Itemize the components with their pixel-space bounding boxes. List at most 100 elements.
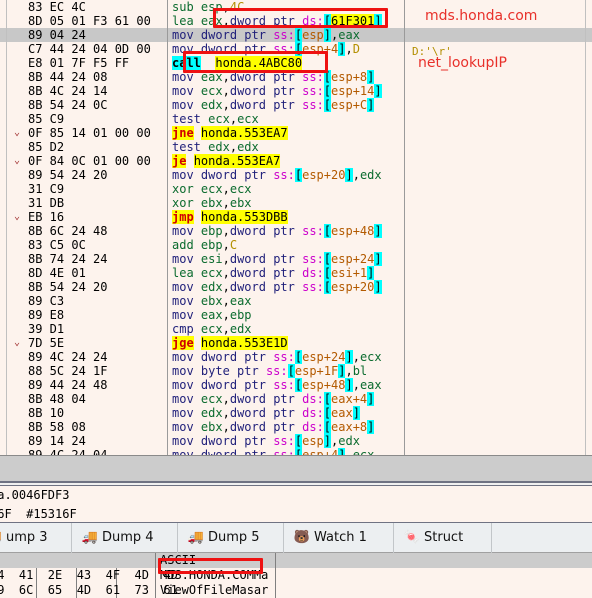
disassembly-pane[interactable]: 83 EC 4C sub esp,4C 8D 05 01 F3 61 00 lea e… (0, 0, 592, 455)
ascii-text: ViewOfFileMasar (160, 583, 269, 597)
instruction-text: cmp ecx,edx (172, 322, 252, 336)
instruction-text: call honda.4ABC80 (172, 56, 303, 70)
disassembly-row[interactable]: 89 C3 mov ebx,eax (0, 294, 592, 308)
instruction-bytes: 89 E8 (28, 308, 65, 322)
info-line-2: 06F #15316F (0, 507, 77, 521)
disassembly-row[interactable]: 8B 44 24 08 mov eax,dword ptr ss:[esp+8] (0, 70, 592, 84)
disassembly-row[interactable]: 89 4C 24 24 mov dword ptr ss:[esp+24],ecx (0, 350, 592, 364)
disassembly-row[interactable]: 89 04 24 mov dword ptr ss:[esp],eax (0, 28, 592, 42)
jump-arrow-icon: ⌄ (13, 211, 21, 222)
disassembly-row[interactable]: 8B 54 24 20 mov edx,dword ptr ss:[esp+20] (0, 280, 592, 294)
disassembly-row[interactable]: ⌄ 0F 84 0C 01 00 00 je honda.553EA7 (0, 154, 592, 168)
bear-icon: 🐻 (293, 530, 311, 545)
column-divider-bytes (167, 0, 168, 455)
truck-icon: 🚚 (81, 530, 99, 545)
instruction-bytes: C7 44 24 04 0D 00 (28, 42, 151, 56)
instruction-text: mov dword ptr ss:[esp],edx (172, 434, 360, 448)
disassembly-row[interactable]: 88 5C 24 1F mov byte ptr ss:[esp+1F],bl (0, 364, 592, 378)
disassembly-row[interactable]: 85 D2 test edx,edx (0, 140, 592, 154)
disassembly-row[interactable]: ⌄ 0F 85 14 01 00 00 jne honda.553EA7 (0, 126, 592, 140)
tab-label: Dump 4 (102, 530, 154, 545)
instruction-bytes: 85 C9 (28, 112, 65, 126)
instruction-bytes: 89 4C 24 04 (28, 448, 108, 455)
instruction-bytes: 89 04 24 (28, 28, 86, 42)
disassembly-row[interactable]: 85 C9 test ecx,ecx (0, 112, 592, 126)
instruction-bytes: 39 D1 (28, 322, 65, 336)
tab-label: ump 3 (6, 530, 48, 545)
instruction-text: je honda.553EA7 (172, 154, 281, 168)
instruction-text: mov dword ptr ss:[esp+4],D (172, 42, 360, 56)
candy-cane-icon: 🍬 (403, 530, 421, 545)
instruction-text: mov edx,dword ptr ss:[esp+C] (172, 98, 375, 112)
info-line-1: da.0046FDF3 (0, 488, 70, 502)
tab-dump-5[interactable]: 🚚 Dump 5 (178, 523, 284, 553)
disassembly-row[interactable]: 89 54 24 20 mov dword ptr ss:[esp+20],edx (0, 168, 592, 182)
instruction-bytes: 89 14 24 (28, 434, 86, 448)
tab-struct[interactable]: 🍬 Struct (394, 523, 492, 553)
instruction-bytes: 83 EC 4C (28, 0, 86, 14)
disassembly-row[interactable]: 8B 54 24 0C mov edx,dword ptr ss:[esp+C] (0, 98, 592, 112)
disassembly-row[interactable]: 31 C9 xor ecx,ecx (0, 182, 592, 196)
disassembly-row[interactable]: 8B 10 mov edx,dword ptr ds:[eax] (0, 406, 592, 420)
hex-dump-row[interactable]: 44 41 2E 43 4F 4D 4D MDS.HONDA.COMMa (0, 568, 592, 583)
disassembly-row[interactable]: 8B 4C 24 14 mov ecx,dword ptr ss:[esp+14] (0, 84, 592, 98)
instruction-text: test edx,edx (172, 140, 259, 154)
disassembly-row[interactable]: 89 E8 mov eax,ebp (0, 308, 592, 322)
splitter-edge (0, 481, 592, 483)
disassembly-row[interactable]: 83 C5 0C add ebp,C (0, 238, 592, 252)
instruction-bytes: 85 D2 (28, 140, 65, 154)
instruction-text: mov esi,dword ptr ss:[esp+24] (172, 252, 382, 266)
instruction-text: mov edx,dword ptr ds:[eax] (172, 406, 360, 420)
disassembly-row[interactable]: 39 D1 cmp ecx,edx (0, 322, 592, 336)
instruction-text: mov ecx,dword ptr ds:[eax+4] (172, 392, 375, 406)
hex-dump-row[interactable]: 69 6C 65 4D 61 73 61 ViewOfFileMasar (0, 583, 592, 598)
disassembly-row[interactable]: 8B 48 04 mov ecx,dword ptr ds:[eax+4] (0, 392, 592, 406)
debugger-window: 83 EC 4C sub esp,4C 8D 05 01 F3 61 00 lea e… (0, 0, 592, 598)
instruction-bytes: 88 5C 24 1F (28, 364, 108, 378)
tab-watch-1[interactable]: 🐻 Watch 1 (284, 523, 394, 553)
instruction-bytes: 31 C9 (28, 182, 65, 196)
instruction-bytes: 0F 85 14 01 00 00 (28, 126, 151, 140)
hex-dump-pane[interactable]: ASCII 44 41 2E 43 4F 4D 4D MDS.HONDA.COMM… (0, 553, 592, 598)
instruction-text: mov ebx,eax (172, 294, 252, 308)
dump-tab-bar[interactable]: 🚚ump 3🚚Dump 4🚚Dump 5🐻Watch 1🍬Struct (0, 523, 592, 553)
disassembly-row[interactable]: 8B 74 24 24 mov esi,dword ptr ss:[esp+24] (0, 252, 592, 266)
disassembly-row[interactable]: ⌄ EB 16 jmp honda.553DBB (0, 210, 592, 224)
instruction-bytes: 8B 4C 24 14 (28, 84, 108, 98)
pane-splitter[interactable] (0, 455, 592, 483)
instruction-bytes: 7D 5E (28, 336, 65, 350)
disassembly-row[interactable]: 89 4C 24 04 mov dword ptr ss:[esp+4],ecx (0, 448, 592, 455)
disassembly-row[interactable]: 8B 58 08 mov ebx,dword ptr ds:[eax+8] (0, 420, 592, 434)
instruction-text: mov eax,dword ptr ss:[esp+8] (172, 70, 375, 84)
instruction-text: jge honda.553E1D (172, 336, 288, 350)
instruction-bytes: 89 C3 (28, 294, 65, 308)
disassembly-row[interactable]: 89 14 24 mov dword ptr ss:[esp],edx (0, 434, 592, 448)
instruction-text: mov edx,dword ptr ss:[esp+20] (172, 280, 382, 294)
comment-domain: mds.honda.com (425, 8, 538, 24)
instruction-text: xor ebx,ebx (172, 196, 252, 210)
comment-function-name: net_lookupIP (418, 55, 508, 71)
instruction-bytes: E8 01 7F F5 FF (28, 56, 130, 70)
tab-dump-4[interactable]: 🚚 Dump 4 (72, 523, 178, 553)
instruction-text: mov dword ptr ss:[esp],eax (172, 28, 360, 42)
instruction-text: mov ebp,dword ptr ss:[esp+48] (172, 224, 382, 238)
disassembly-row[interactable]: 8D 4E 01 lea ecx,dword ptr ds:[esi+1] (0, 266, 592, 280)
instruction-bytes: 8B 58 08 (28, 420, 86, 434)
disassembly-row[interactable]: ⌄ 7D 5E jge honda.553E1D (0, 336, 592, 350)
instruction-text: mov dword ptr ss:[esp+48],eax (172, 378, 382, 392)
instruction-bytes: 8B 48 04 (28, 392, 86, 406)
tab-label: Struct (424, 530, 464, 545)
tab-ump-3[interactable]: 🚚ump 3 (0, 523, 72, 553)
disassembly-row[interactable]: 89 44 24 48 mov dword ptr ss:[esp+48],eax (0, 378, 592, 392)
instruction-text: mov dword ptr ss:[esp+24],ecx (172, 350, 382, 364)
instruction-bytes: 8B 54 24 0C (28, 98, 108, 112)
disassembly-row[interactable]: 31 DB xor ebx,ebx (0, 196, 592, 210)
instruction-text: jmp honda.553DBB (172, 210, 288, 224)
tab-label: Watch 1 (314, 530, 367, 545)
instruction-bytes: 8B 74 24 24 (28, 252, 108, 266)
instruction-bytes: 8B 6C 24 48 (28, 224, 108, 238)
disassembly-row[interactable]: 8B 6C 24 48 mov ebp,dword ptr ss:[esp+48] (0, 224, 592, 238)
jump-arrow-icon: ⌄ (13, 155, 21, 166)
instruction-text: xor ecx,ecx (172, 182, 252, 196)
instruction-bytes: 89 44 24 48 (28, 378, 108, 392)
